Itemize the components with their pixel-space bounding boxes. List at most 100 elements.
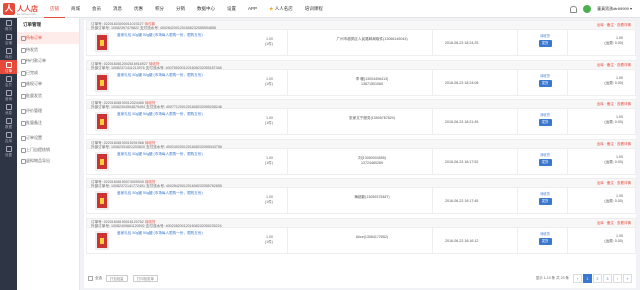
quantity-unit: (1件)	[265, 121, 273, 125]
topnav-item[interactable]: 消息	[107, 0, 128, 18]
iconbar-item[interactable]: 概况	[0, 18, 17, 32]
bell-icon[interactable]	[570, 5, 578, 13]
select-all-checkbox[interactable]	[88, 276, 93, 281]
order-ops[interactable]: 出库 · 备注 · 查看详情	[597, 221, 631, 225]
ship-button[interactable]: 发货	[538, 237, 552, 245]
status-link[interactable]: 待收货	[535, 231, 555, 236]
topnav-item[interactable]: ★ 人人名店	[263, 0, 299, 18]
order-header: 订单号: 02201608190074309939 待收货 外部订单号: 1008…	[86, 178, 636, 188]
order-ops[interactable]: 出库 · 备注 · 查看详情	[597, 23, 631, 27]
account-menu[interactable]: 童真男孩dtr69999 ▾	[597, 6, 632, 12]
sidebar-item[interactable]: 批量备注	[17, 117, 79, 129]
sidebar-item[interactable]: 上门自提核销	[17, 144, 79, 156]
iconbar-item[interactable]: 店铺	[0, 32, 17, 46]
status-link[interactable]: 待收货	[535, 73, 555, 78]
sidebar-item[interactable]: 所有订单	[17, 32, 79, 44]
order-card: 订单号: 0220160812002616916927 待收货 外部订单号: 10…	[86, 59, 636, 96]
order-amount: 1.00 (运费: 0.00)	[604, 234, 623, 244]
status-link[interactable]: 待收货	[535, 112, 555, 117]
product-name[interactable]: 盖家礼包 50g罐 50g罐 (市场每人限购一份，限购五份)	[117, 152, 203, 157]
order-header: 订单号: 0220160812002616916927 待收货 外部订单号: 10…	[86, 59, 636, 70]
page-button[interactable]: 2	[593, 274, 602, 283]
topnav-item[interactable]: 优惠	[128, 0, 149, 18]
order-ops[interactable]: 出库 · 备注 · 查看详情	[597, 102, 631, 106]
order-ops[interactable]: 出库 · 备注 · 查看详情	[597, 142, 631, 146]
iconbar-item[interactable]: 数据	[0, 116, 17, 130]
product-name[interactable]: 盖家礼包 50g罐 50g罐 (市场每人限购一份，限购五份)	[117, 73, 203, 78]
prev-page-button[interactable]: ‹	[573, 274, 582, 283]
sidebar-item[interactable]: 虚拟物品导出	[17, 155, 79, 167]
product-name[interactable]: 盖家礼包 50g罐 50g罐 (市场每人限购一份，限购五份)	[117, 231, 203, 236]
product-name[interactable]: 盖家礼包 50g罐 50g罐 (市场每人限购一份，限购五份)	[117, 112, 203, 117]
iconbar-item[interactable]: 应用	[0, 130, 17, 144]
topnav-item[interactable]: 店铺	[44, 0, 65, 18]
next-page-button[interactable]: ›	[613, 274, 622, 283]
iconbar-item[interactable]: 设置	[0, 144, 17, 158]
order-time: 2016-06-23 18:24:25	[445, 41, 479, 45]
page-button[interactable]: 1	[583, 274, 592, 283]
sidebar-item[interactable]: 已完成	[17, 67, 79, 79]
brand-logo[interactable]: 人 人人店 ke.renren.com	[3, 2, 38, 16]
iconbar-item[interactable]: 营销	[0, 88, 17, 102]
ship-button[interactable]: 发货	[538, 158, 552, 166]
topnav-item[interactable]: 分销	[170, 0, 191, 18]
topnav-item[interactable]: 数据中心	[191, 0, 221, 18]
sidebar-item[interactable]: 待付款订单	[17, 55, 79, 67]
column-divider	[567, 148, 568, 175]
sidebar-item[interactable]: 订单设置	[17, 132, 79, 144]
address-line: 张家文宁服务(13905787820)	[349, 116, 395, 120]
order-ops[interactable]: 出库 · 备注 · 查看详情	[597, 181, 631, 185]
shipping-fee: (运费: 0.00)	[604, 159, 623, 164]
status-link[interactable]: 待收货	[535, 152, 555, 157]
ship-button[interactable]: 发货	[538, 198, 552, 205]
ship-button[interactable]: 发货	[538, 79, 552, 87]
last-page-button[interactable]: »	[623, 274, 632, 283]
sidebar-item[interactable]: 批量发货	[17, 90, 79, 102]
batch-pack-button[interactable]: 打包批量	[106, 275, 128, 282]
print-button[interactable]: 打印批发单	[133, 275, 158, 282]
sidebar-item[interactable]: 待发货	[17, 44, 79, 56]
topnav-item[interactable]: 积分	[149, 0, 170, 18]
pagination-info: 显示 1-10 条 共 23 条	[535, 276, 569, 280]
order-ops[interactable]: 出库 · 备注 · 查看详情	[597, 63, 631, 67]
order-status-cell: 待收货 发货	[535, 231, 555, 245]
ship-button[interactable]: 发货	[538, 119, 552, 126]
iconbar-item[interactable]: 商品	[0, 46, 17, 60]
product-name[interactable]: 盖家礼包 50g罐 50g罐 (市场每人限购一份，限购五份)	[117, 191, 203, 196]
topnav-item[interactable]: 设置	[221, 0, 242, 18]
avatar[interactable]	[583, 5, 592, 13]
order-card: 订单号: 02201608190012024465 待收货 外部订单号: 1008…	[86, 99, 636, 135]
order-id: 订单号: 02201608190016120762	[91, 219, 145, 224]
status-link[interactable]: 待收货	[535, 33, 555, 38]
sidebar-item[interactable]: 维权订单	[17, 78, 79, 90]
product-thumbnail[interactable]	[95, 151, 109, 171]
product-thumbnail[interactable]	[95, 230, 109, 250]
topnav-item[interactable]: 会员	[86, 0, 107, 18]
iconbar-item[interactable]: 消息	[0, 102, 17, 116]
product-thumbnail[interactable]	[95, 33, 109, 52]
column-divider	[432, 109, 433, 135]
product-name[interactable]: 盖家礼包 50g罐 50g罐 (市场每人限购一份，限购五份)	[117, 33, 203, 38]
topnav-item[interactable]: 培训课程	[299, 0, 329, 18]
topnav-item[interactable]: 商城	[65, 0, 86, 18]
shipping-address: 李 暖(13004406413) 13871551060	[317, 77, 427, 87]
shipping-address: Alice(13064172552)	[317, 235, 427, 240]
iconbar-item[interactable]: 订单	[0, 60, 17, 74]
order-time: 2016-06-23 18:17:52	[445, 159, 479, 164]
top-right: 童真男孩dtr69999 ▾	[570, 0, 632, 18]
product-thumbnail[interactable]	[95, 112, 109, 131]
column-divider	[432, 69, 433, 96]
ship-button[interactable]: 发货	[538, 40, 552, 47]
product-thumbnail[interactable]	[95, 72, 109, 92]
product-thumbnail[interactable]	[95, 191, 109, 210]
topnav-item[interactable]: APP	[242, 0, 263, 18]
shipping-fee: (运费: 0.00)	[604, 238, 623, 243]
status-link[interactable]: 待收货	[535, 191, 555, 196]
list-footer: 全选 打包批量 打印批发单 显示 1-10 条 共 23 条 ‹ 1 2 3 ›»	[86, 273, 636, 285]
sidebar-item[interactable]: 评价管理	[17, 105, 79, 117]
nav-icon	[5, 76, 12, 82]
iconbar-item[interactable]: 会员	[0, 74, 17, 88]
page-button[interactable]: 3	[603, 274, 612, 283]
top-nav: 店铺 商城 会员 消息 优惠 积分 分销 数据中心 设置 APP ★ 人人名店 培训课程	[44, 0, 329, 18]
column-divider	[432, 227, 433, 254]
